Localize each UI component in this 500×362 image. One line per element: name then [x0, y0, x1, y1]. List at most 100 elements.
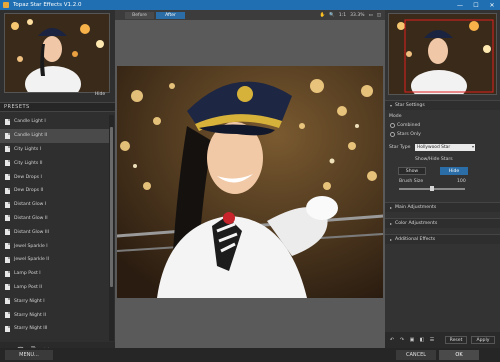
- preset-label: City Lights II: [14, 160, 43, 166]
- document-icon: [5, 243, 10, 250]
- preset-label: Dew Drops I: [14, 174, 42, 180]
- zoom-icon[interactable]: 🔍: [329, 13, 335, 18]
- minimize-button[interactable]: —: [452, 0, 468, 10]
- scrollbar-thumb[interactable]: [110, 127, 113, 287]
- document-icon: [5, 201, 10, 208]
- menu-button[interactable]: MENU...: [5, 350, 53, 360]
- presets-header: PRESETS: [0, 102, 115, 112]
- document-icon: [5, 118, 10, 125]
- additional-effects-header[interactable]: ▸ Additional Effects: [385, 234, 500, 244]
- mode-combined-label: Combined: [397, 123, 421, 128]
- brush-size-label: Brush Size: [399, 179, 424, 184]
- right-panel: ▾ Star Settings Mode Combined Stars Only …: [385, 10, 500, 348]
- apply-button[interactable]: Apply: [471, 336, 495, 344]
- preset-item[interactable]: Lamp Post I: [0, 267, 109, 281]
- star-type-select[interactable]: Hollywood Star ▾: [415, 144, 475, 151]
- document-icon: [5, 174, 10, 181]
- right-panel-toolbar: ↶ ↷ ▣ ◧ ☰ Reset Apply: [385, 332, 500, 348]
- preset-item[interactable]: Starry Night I: [0, 294, 109, 308]
- document-icon: [5, 160, 10, 167]
- redo-icon[interactable]: ↷: [398, 336, 406, 344]
- preset-scrollbar[interactable]: [109, 115, 114, 341]
- preset-item[interactable]: Dew Drops I: [0, 170, 109, 184]
- preset-label: Candle Light I: [14, 119, 46, 125]
- title-bar: Topaz Star Effects V1.2.0 — ☐ ✕: [0, 0, 500, 10]
- preset-item[interactable]: Candle Light I: [0, 115, 109, 129]
- preset-list: Candle Light I Candle Light II City Lights…: [0, 115, 109, 341]
- hand-tool-icon[interactable]: ✋: [320, 13, 326, 18]
- split-view-icon[interactable]: ◫: [377, 13, 381, 18]
- preset-label: Lamp Post II: [14, 284, 43, 290]
- hide-preview-button[interactable]: Hide: [90, 90, 110, 98]
- preset-item[interactable]: Candle Light II: [0, 128, 109, 143]
- hide-stars-button[interactable]: Hide: [440, 167, 468, 175]
- document-icon: [5, 325, 10, 332]
- star-settings-header[interactable]: ▾ Star Settings: [385, 100, 500, 110]
- preset-item[interactable]: City Lights I: [0, 143, 109, 157]
- document-icon: [5, 256, 10, 263]
- compare-icon[interactable]: ◧: [418, 336, 426, 344]
- document-icon: [5, 298, 10, 305]
- tab-after[interactable]: After: [156, 11, 185, 19]
- undo-icon[interactable]: ↶: [388, 336, 396, 344]
- document-icon: [5, 270, 10, 277]
- window-title: Topaz Star Effects V1.2.0: [13, 2, 82, 8]
- zoom-1-1-button[interactable]: 1:1: [339, 13, 346, 18]
- preset-label: Starry Night I: [14, 298, 45, 304]
- single-view-icon[interactable]: ▭: [368, 13, 372, 18]
- document-icon: [5, 312, 10, 319]
- preset-item[interactable]: Starry Night II: [0, 308, 109, 322]
- preset-label: Distant Glow III: [14, 229, 49, 235]
- mode-combined-radio[interactable]: [390, 123, 395, 128]
- preset-item[interactable]: Starry Night III: [0, 322, 109, 336]
- document-icon: [5, 146, 10, 153]
- ok-button[interactable]: OK: [439, 350, 479, 360]
- preset-label: Jewel Sparkle I: [14, 243, 48, 249]
- show-hide-stars-label: Show/Hide Stars: [415, 157, 453, 162]
- document-icon: [5, 229, 10, 236]
- preset-item[interactable]: Dew Drops II: [0, 184, 109, 198]
- preview-toolbar: Before After ✋ 🔍 1:1 33.3% ▭ ◫: [115, 10, 385, 20]
- expand-arrow-icon: ▸: [390, 221, 393, 226]
- collapse-arrow-icon: ▾: [390, 103, 393, 108]
- color-adjustments-header[interactable]: ▸ Color Adjustments: [385, 218, 500, 228]
- mode-stars-only-radio[interactable]: [390, 132, 395, 137]
- app-icon: [3, 2, 9, 8]
- close-button[interactable]: ✕: [484, 0, 500, 10]
- preset-label: Lamp Post I: [14, 271, 41, 277]
- preset-item[interactable]: Distant Glow I: [0, 198, 109, 212]
- preview-area: Before After ✋ 🔍 1:1 33.3% ▭ ◫: [115, 10, 385, 348]
- left-panel: Hide PRESETS Candle Light I Candle Light …: [0, 10, 115, 358]
- document-icon: [5, 215, 10, 222]
- preset-label: Starry Night III: [14, 326, 48, 332]
- maximize-button[interactable]: ☐: [468, 0, 484, 10]
- document-icon: [5, 187, 10, 194]
- preset-item[interactable]: Jewel Sparkle II: [0, 253, 109, 267]
- preset-label: Candle Light II: [14, 133, 48, 139]
- star-type-label: Star Type: [389, 145, 411, 150]
- preset-item[interactable]: Lamp Post II: [0, 281, 109, 295]
- expand-arrow-icon: ▸: [390, 205, 393, 210]
- reset-button[interactable]: Reset: [445, 336, 467, 344]
- bottom-bar: MENU... CANCEL OK: [0, 348, 500, 362]
- preset-label: Dew Drops II: [14, 188, 44, 194]
- main-adjustments-header[interactable]: ▸ Main Adjustments: [385, 202, 500, 212]
- brush-size-value: 100: [457, 179, 466, 184]
- preset-preview-thumbnail: [4, 13, 110, 93]
- tab-before[interactable]: Before: [125, 11, 154, 19]
- show-stars-button[interactable]: Show: [398, 167, 426, 175]
- preset-item[interactable]: Distant Glow II: [0, 212, 109, 226]
- cancel-button[interactable]: CANCEL: [396, 350, 436, 360]
- preset-label: Distant Glow II: [14, 215, 48, 221]
- navigator-thumbnail[interactable]: [388, 13, 497, 95]
- preset-label: Distant Glow I: [14, 202, 47, 208]
- preset-item[interactable]: Jewel Sparkle I: [0, 239, 109, 253]
- preset-item[interactable]: City Lights II: [0, 156, 109, 170]
- main-photo[interactable]: [117, 66, 383, 298]
- preset-item[interactable]: Distant Glow III: [0, 225, 109, 239]
- history-icon[interactable]: ☰: [428, 336, 436, 344]
- expand-arrow-icon: ▸: [390, 237, 393, 242]
- mode-stars-only-label: Stars Only: [397, 132, 421, 137]
- brush-size-knob[interactable]: [430, 186, 434, 191]
- snapshot-icon[interactable]: ▣: [408, 336, 416, 344]
